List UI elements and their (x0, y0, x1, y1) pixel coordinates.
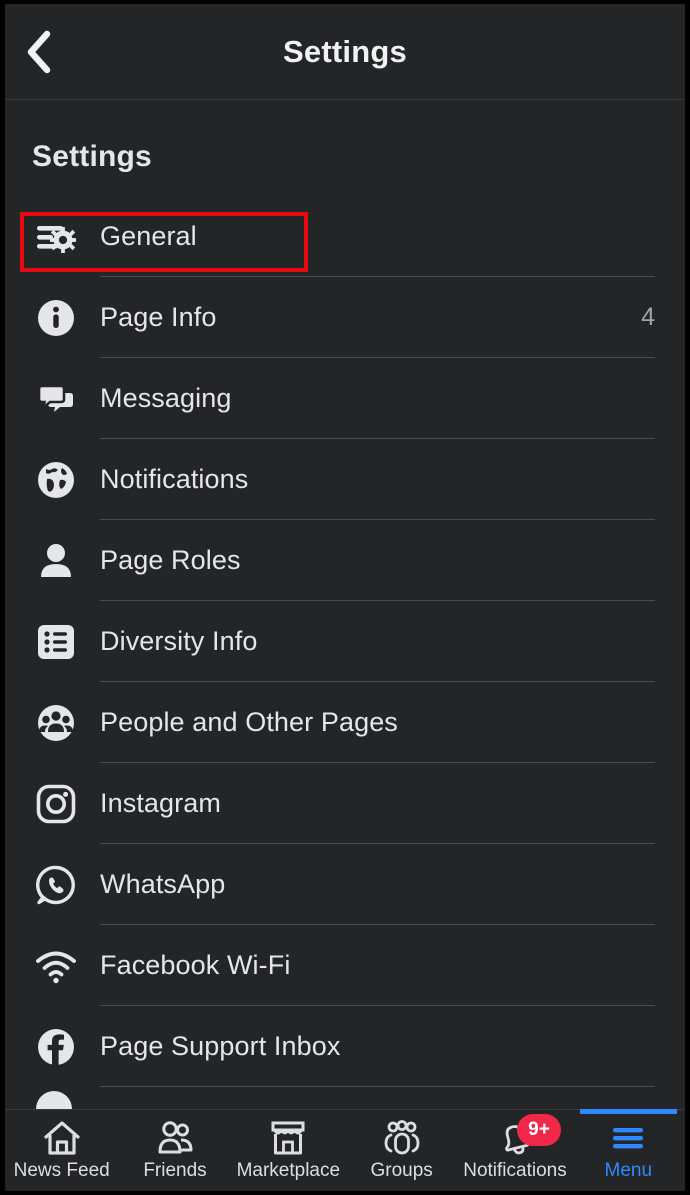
settings-screen: Settings Settings General Page Info 4 Me… (0, 0, 690, 1195)
home-icon (42, 1118, 82, 1158)
friends-icon (155, 1118, 195, 1158)
settings-row-value: 4 (641, 303, 655, 331)
list-icon (32, 618, 80, 666)
globe-icon (32, 456, 80, 504)
settings-row-messaging[interactable]: Messaging (5, 358, 685, 439)
settings-row-label: Page Support Inbox (100, 1031, 341, 1061)
chevron-left-icon (25, 30, 51, 74)
settings-row-notifications[interactable]: Notifications (5, 439, 685, 520)
bell-icon: 9+ (495, 1114, 561, 1158)
instagram-icon (32, 780, 80, 828)
settings-list: General Page Info 4 Messaging Notificati… (5, 196, 685, 1113)
nav-item-label: Friends (143, 1160, 207, 1181)
nav-item-news-feed[interactable]: News Feed (5, 1110, 118, 1191)
nav-item-menu[interactable]: Menu (572, 1109, 685, 1191)
facebook-icon (32, 1023, 80, 1071)
bottom-navigation-bar: News Feed Friends Marketplace Groups 9+ … (5, 1109, 685, 1191)
settings-row-label: Notifications (100, 464, 249, 494)
settings-row-facebook-wifi[interactable]: Facebook Wi-Fi (5, 925, 685, 1006)
storefront-icon (268, 1118, 308, 1158)
nav-item-groups[interactable]: Groups (345, 1110, 458, 1191)
app-header: Settings (5, 4, 685, 100)
settings-row-label: Facebook Wi-Fi (100, 950, 291, 980)
settings-row-general[interactable]: General (5, 196, 685, 277)
people-group-icon (32, 699, 80, 747)
settings-row-people-and-other-pages[interactable]: People and Other Pages (5, 682, 685, 763)
chat-bubbles-icon (32, 375, 80, 423)
settings-row-label: People and Other Pages (100, 707, 398, 737)
settings-row-label: Messaging (100, 383, 232, 413)
wifi-icon (32, 942, 80, 990)
settings-row-label: Page Info (100, 302, 217, 332)
hamburger-menu-icon (608, 1118, 648, 1158)
settings-row-label: General (100, 221, 197, 251)
settings-row-diversity-info[interactable]: Diversity Info (5, 601, 685, 682)
settings-row-page-support-inbox[interactable]: Page Support Inbox (5, 1006, 685, 1087)
nav-item-friends[interactable]: Friends (118, 1110, 231, 1191)
sliders-gear-icon (32, 213, 80, 261)
nav-item-label: News Feed (13, 1160, 110, 1181)
nav-item-label: Menu (604, 1160, 653, 1181)
settings-row-label: Diversity Info (100, 626, 258, 656)
info-circle-icon (32, 294, 80, 342)
nav-item-label: Notifications (463, 1160, 567, 1181)
nav-item-label: Groups (370, 1160, 433, 1181)
nav-item-label: Marketplace (236, 1160, 341, 1181)
groups-icon (382, 1118, 422, 1158)
active-tab-indicator (579, 1109, 677, 1114)
notifications-badge: 9+ (516, 1114, 561, 1146)
settings-row-whatsapp[interactable]: WhatsApp (5, 844, 685, 925)
page-title: Settings (32, 140, 152, 173)
header-title: Settings (283, 34, 407, 69)
row-divider (100, 1086, 655, 1087)
nav-item-notifications[interactable]: 9+ Notifications (458, 1110, 571, 1191)
nav-item-marketplace[interactable]: Marketplace (232, 1110, 345, 1191)
settings-row-label: Page Roles (100, 545, 241, 575)
settings-row-page-roles[interactable]: Page Roles (5, 520, 685, 601)
settings-row-page-info[interactable]: Page Info 4 (5, 277, 685, 358)
whatsapp-icon (32, 861, 80, 909)
settings-row-label: Instagram (100, 788, 221, 818)
settings-row-instagram[interactable]: Instagram (5, 763, 685, 844)
person-icon (32, 537, 80, 585)
settings-row-label: WhatsApp (100, 869, 226, 899)
back-button[interactable] (5, 4, 71, 100)
